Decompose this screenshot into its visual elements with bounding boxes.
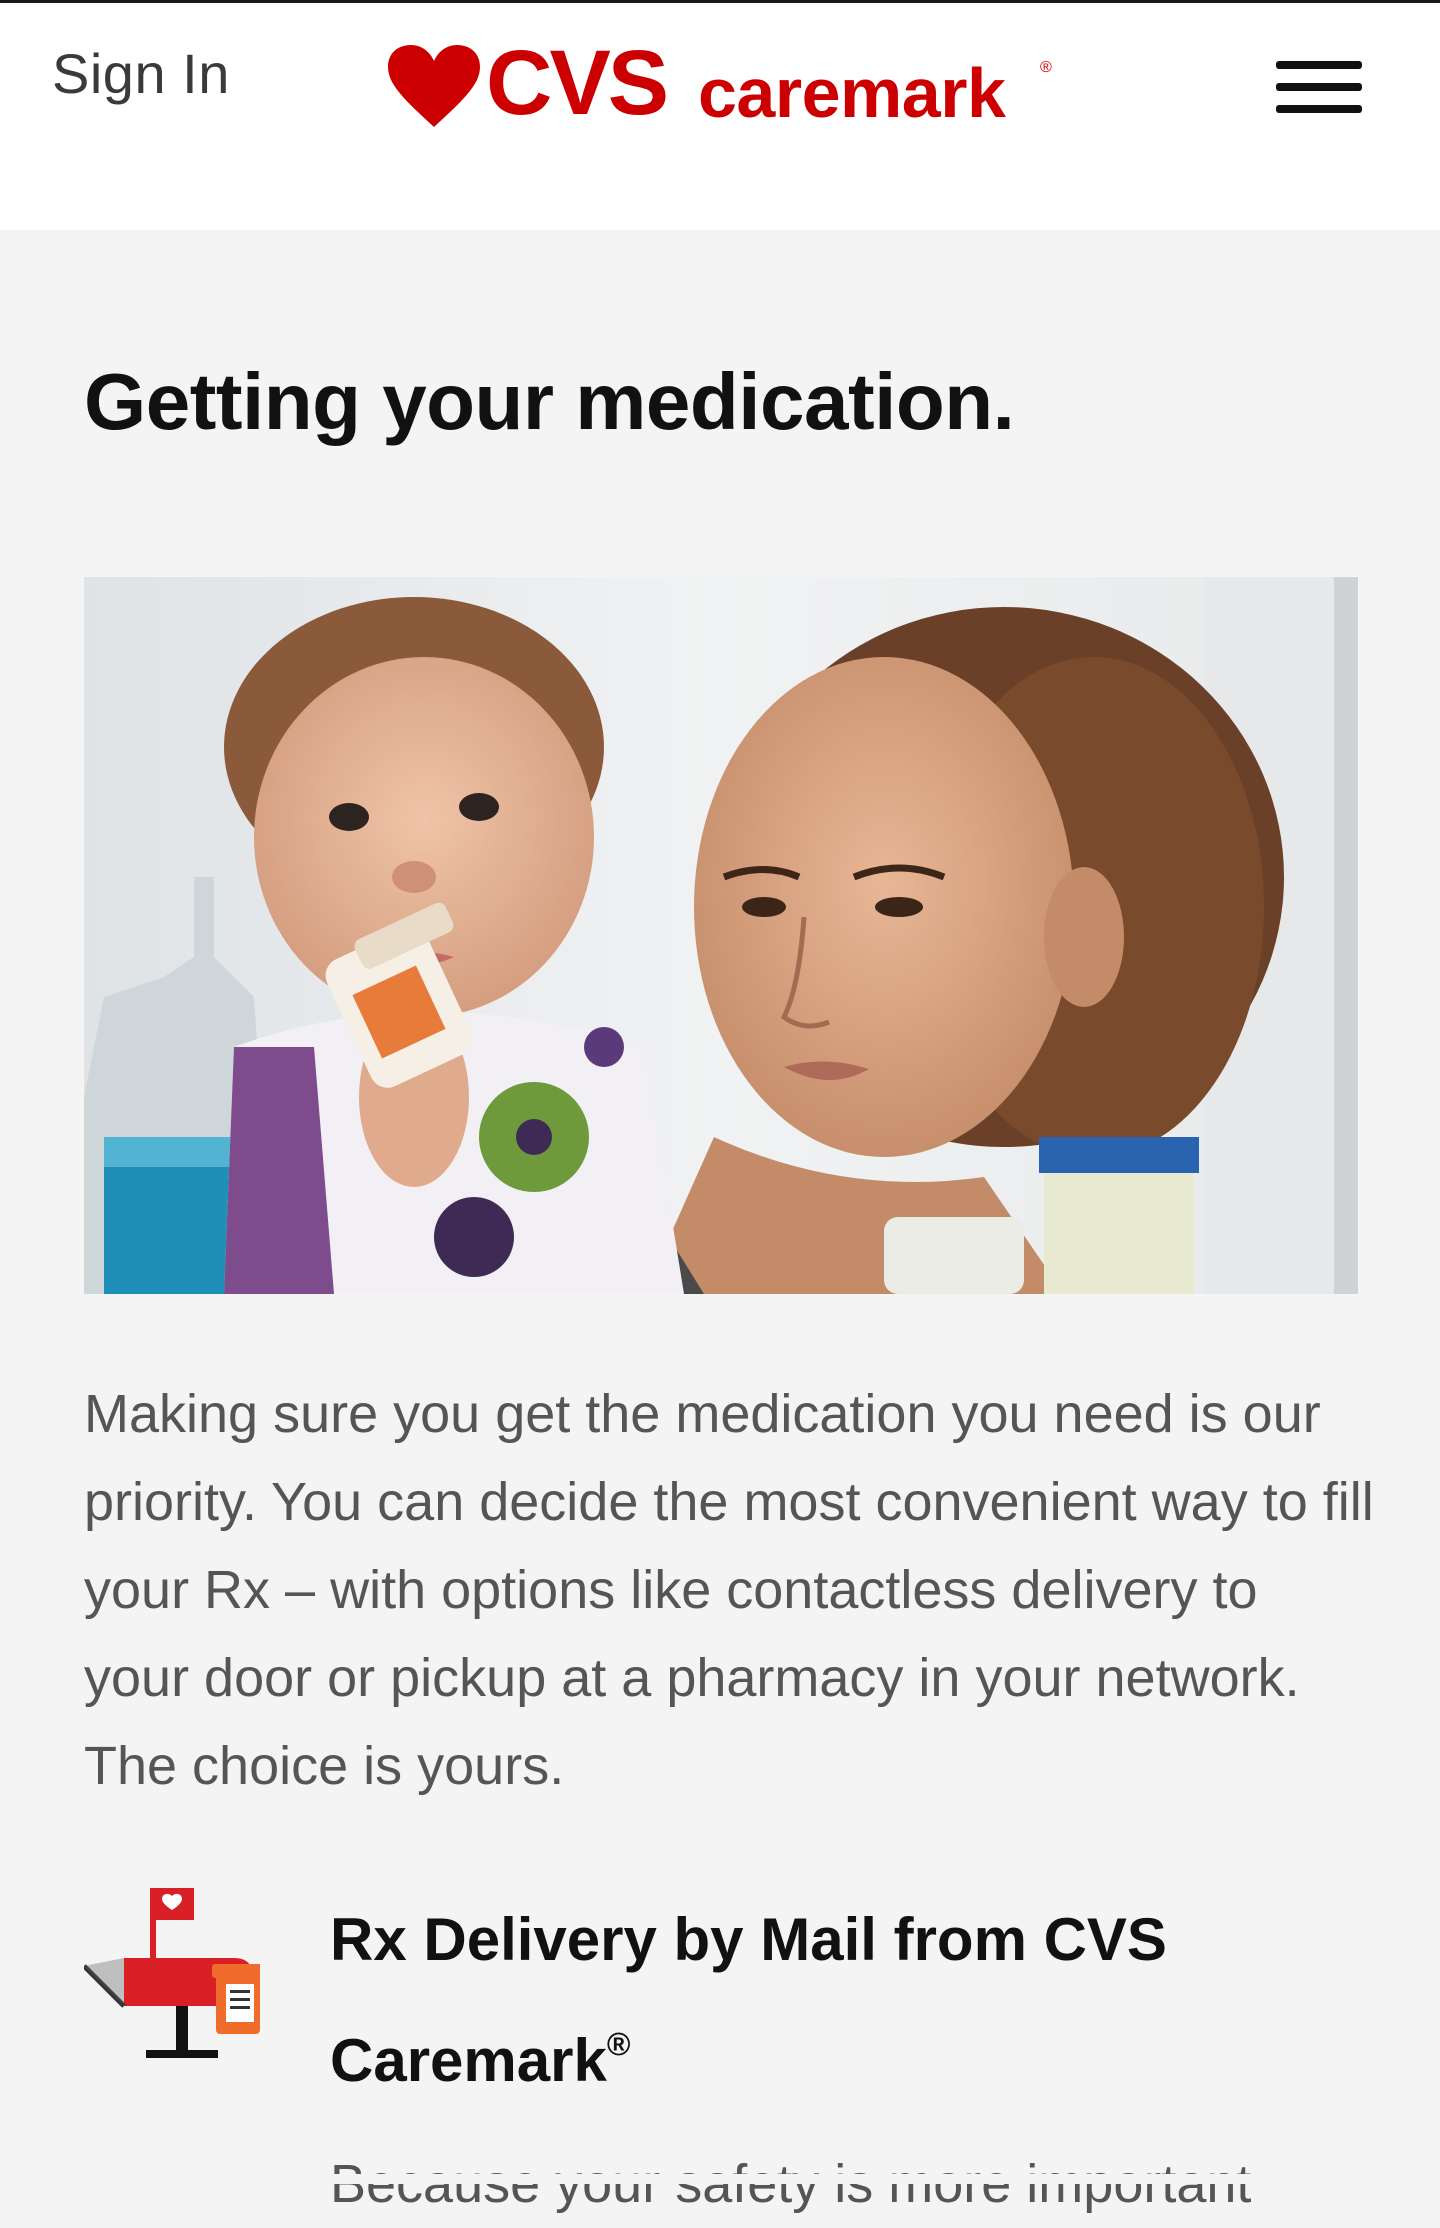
- heart-logo-icon: [388, 45, 480, 127]
- registered-mark: ®: [606, 2026, 631, 2062]
- logo-brand-text: CVS: [486, 32, 669, 134]
- logo-registered-mark: ®: [1040, 59, 1052, 76]
- page-title: Getting your medication.: [84, 357, 1015, 446]
- rx-delivery-body-cutoff: Because your safety is more important: [330, 2154, 1252, 2214]
- site-header: Sign In CVS caremark ®: [0, 3, 1440, 230]
- menu-bar: [1276, 61, 1362, 69]
- rx-delivery-heading[interactable]: Rx Delivery by Mail from CVS Caremark®: [330, 1888, 1330, 2113]
- hero-photo: [84, 577, 1358, 1294]
- menu-bar: [1276, 105, 1362, 113]
- intro-paragraph: Making sure you get the medication you n…: [84, 1384, 1374, 1796]
- hero-illustration: [84, 577, 1358, 1294]
- cvs-caremark-logo[interactable]: CVS caremark ®: [386, 32, 1062, 134]
- logo-product-text: caremark: [698, 54, 1006, 132]
- menu-bar: [1276, 83, 1362, 91]
- bottom-fade: [0, 2174, 1440, 2184]
- mailbox-icon: [84, 1888, 260, 2058]
- sign-in-link[interactable]: Sign In: [52, 41, 230, 106]
- hamburger-menu-icon[interactable]: [1276, 61, 1362, 115]
- rx-delivery-title-text: Rx Delivery by Mail from CVS Caremark: [330, 1906, 1167, 2094]
